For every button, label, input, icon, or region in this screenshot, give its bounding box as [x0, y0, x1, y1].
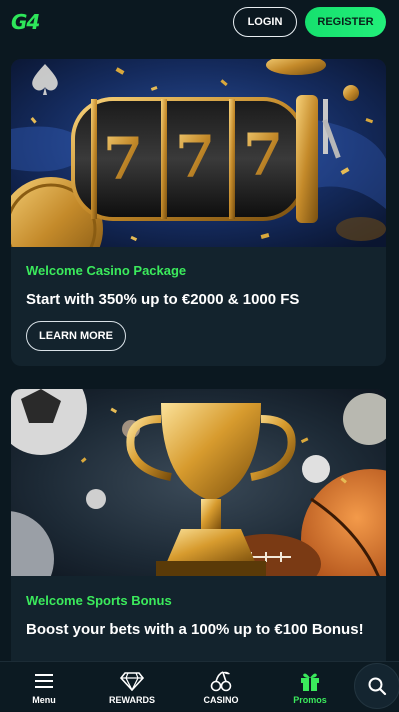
hamburger-icon: [34, 670, 54, 692]
search-icon: [368, 677, 387, 696]
trophy-image: [11, 389, 386, 576]
promo-title: Boost your bets with a 100% up to €100 B…: [26, 621, 364, 638]
svg-text:7: 7: [243, 121, 283, 189]
promo-title: Start with 350% up to €2000 & 1000 FS: [26, 291, 300, 308]
search-button[interactable]: [354, 663, 399, 709]
promo-card-casino[interactable]: 7 7 7 Welcome Casino Package Start with …: [11, 59, 386, 366]
promo-kicker: Welcome Casino Package: [26, 263, 187, 278]
cherries-icon: [209, 670, 233, 692]
svg-text:7: 7: [175, 123, 215, 191]
nav-label: CASINO: [203, 695, 239, 705]
svg-text:7: 7: [103, 125, 143, 193]
nav-promos[interactable]: Promos: [275, 662, 345, 712]
promo-card-sports[interactable]: Welcome Sports Bonus Boost your bets wit…: [11, 389, 386, 679]
top-header: G4 LOGIN REGISTER: [0, 0, 399, 44]
bottom-nav: Menu REWARDS CASINO Promos: [0, 661, 399, 711]
nav-label: REWARDS: [108, 695, 155, 705]
brand-logo[interactable]: G4: [11, 10, 40, 34]
gift-icon: [299, 670, 321, 692]
register-button[interactable]: REGISTER: [305, 7, 386, 37]
slot-machine-image: 7 7 7: [11, 59, 386, 247]
diamond-icon: [120, 670, 144, 692]
nav-label: Promos: [293, 695, 327, 705]
promo-kicker: Welcome Sports Bonus: [26, 593, 172, 608]
login-button[interactable]: LOGIN: [233, 7, 297, 37]
nav-casino[interactable]: CASINO: [186, 662, 256, 712]
nav-rewards[interactable]: REWARDS: [97, 662, 167, 712]
nav-label: Menu: [32, 695, 56, 705]
learn-more-button[interactable]: LEARN MORE: [26, 321, 126, 351]
nav-menu[interactable]: Menu: [9, 662, 79, 712]
